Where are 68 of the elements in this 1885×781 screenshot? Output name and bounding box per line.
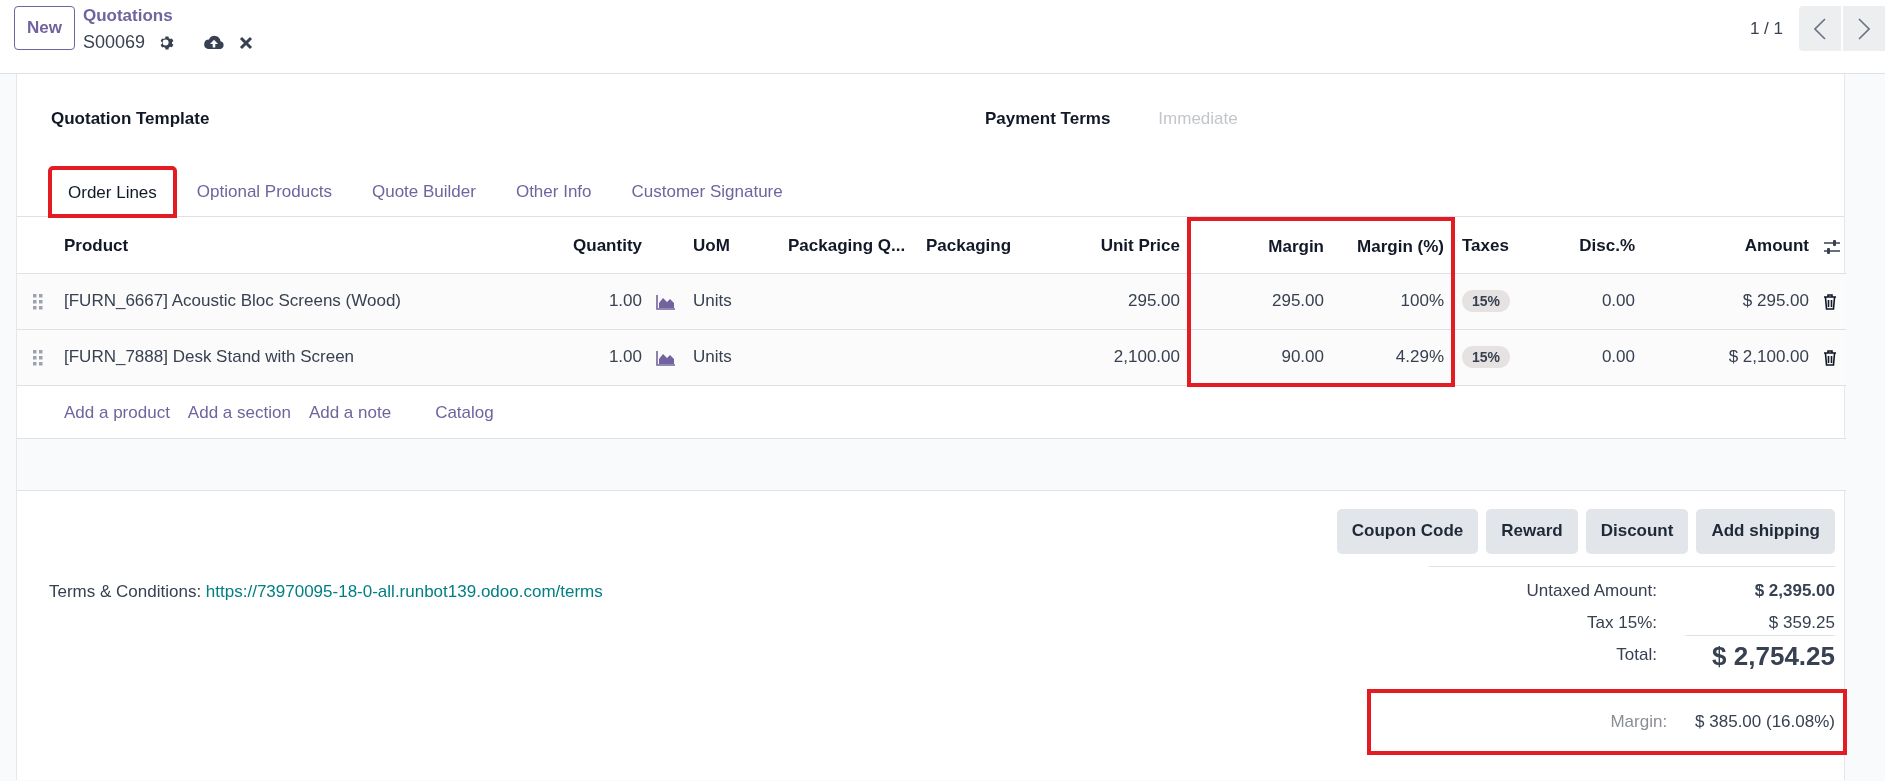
column-header[interactable]: Disc.% <box>1541 219 1642 273</box>
table-cell: Units <box>693 347 732 367</box>
area-chart-icon[interactable] <box>656 349 676 366</box>
table-cell: 1.00 <box>608 347 642 367</box>
breadcrumb-link[interactable]: Quotations <box>82 6 254 26</box>
tab[interactable]: Optional Products <box>177 165 351 216</box>
margin-value: $ 385.00 (16.08%) <box>1695 710 1835 733</box>
terms-link[interactable]: https://73970095-18-0-all.runbot139.odoo.com/terms <box>205 581 603 601</box>
column-header[interactable]: Taxes <box>1453 219 1541 273</box>
field-label: Quotation Template <box>51 108 210 131</box>
trash-icon[interactable] <box>1823 349 1837 366</box>
table-cell: 1.00 <box>608 291 642 311</box>
table-cell: [FURN_7888] Desk Stand with Screen <box>64 347 355 367</box>
table-cell: [FURN_6667] Acoustic Bloc Screens (Wood) <box>64 291 401 311</box>
add-line-link[interactable]: Catalog <box>435 402 494 422</box>
table-cell: 100% <box>1400 291 1444 311</box>
tab[interactable]: Customer Signature <box>612 165 802 216</box>
column-header[interactable]: Product <box>57 219 541 273</box>
record-title: S00069 <box>82 31 146 54</box>
table-cell: 0.00 <box>1601 291 1635 311</box>
chevron-left-icon <box>1814 17 1826 40</box>
action-button[interactable]: Reward <box>1486 508 1578 554</box>
table-cell: $ 295.00 <box>1742 291 1809 311</box>
column-header[interactable]: Amount <box>1642 219 1816 273</box>
table-cell: Units <box>693 291 732 311</box>
column-header[interactable]: Quantity <box>541 219 649 273</box>
tax-tag: 15% <box>1462 346 1511 369</box>
chevron-right-icon <box>1858 17 1870 40</box>
tab[interactable]: Order Lines <box>49 166 176 217</box>
action-button[interactable]: Discount <box>1585 508 1689 554</box>
total-label: Tax 15%: <box>1586 611 1658 634</box>
field-label: Payment Terms <box>985 108 1111 131</box>
total-value: $ 359.25 <box>1767 611 1835 634</box>
column-header[interactable]: Packaging <box>919 219 1061 273</box>
total-value: $ 2,395.00 <box>1753 579 1835 602</box>
settings-icon[interactable] <box>159 34 176 51</box>
tax-tag: 15% <box>1462 290 1511 313</box>
cloud-upload-icon[interactable] <box>203 34 226 51</box>
terms-label: Terms & Conditions: <box>49 581 202 601</box>
table-cell: 295.00 <box>1128 291 1180 311</box>
drag-handle-icon[interactable] <box>33 349 43 366</box>
tab[interactable]: Quote Builder <box>352 165 495 216</box>
table-cell: $ 2,100.00 <box>1728 347 1809 367</box>
pager-counter: 1 / 1 <box>1749 17 1783 40</box>
total-label: Total: <box>1615 643 1658 666</box>
add-line-link[interactable]: Add a section <box>187 402 291 422</box>
area-chart-icon[interactable] <box>656 293 676 310</box>
trash-icon[interactable] <box>1823 293 1837 310</box>
drag-handle-icon[interactable] <box>33 293 43 310</box>
margin-label: Margin: <box>1610 710 1669 733</box>
tab[interactable]: Other Info <box>496 165 611 216</box>
add-line-link[interactable]: Add a product <box>64 402 170 422</box>
column-header[interactable]: UoM <box>686 219 781 273</box>
total-value: $ 2,754.25 <box>1685 634 1835 675</box>
close-icon[interactable] <box>239 35 254 50</box>
column-settings-icon[interactable] <box>1823 238 1841 255</box>
table-cell: 2,100.00 <box>1113 347 1180 367</box>
table-cell: 90.00 <box>1281 346 1324 366</box>
action-button[interactable]: Coupon Code <box>1336 508 1479 554</box>
column-header[interactable]: Unit Price <box>1061 219 1189 273</box>
table-cell: 295.00 <box>1272 291 1324 311</box>
total-label: Untaxed Amount: <box>1525 579 1658 602</box>
action-button[interactable]: Add shipping <box>1696 508 1835 554</box>
table-cell: 0.00 <box>1601 347 1635 367</box>
column-header[interactable]: Packaging Q... <box>781 219 919 273</box>
table-cell: 4.29% <box>1395 346 1444 366</box>
new-button[interactable]: New <box>14 6 75 50</box>
add-line-link[interactable]: Add a note <box>308 402 392 422</box>
